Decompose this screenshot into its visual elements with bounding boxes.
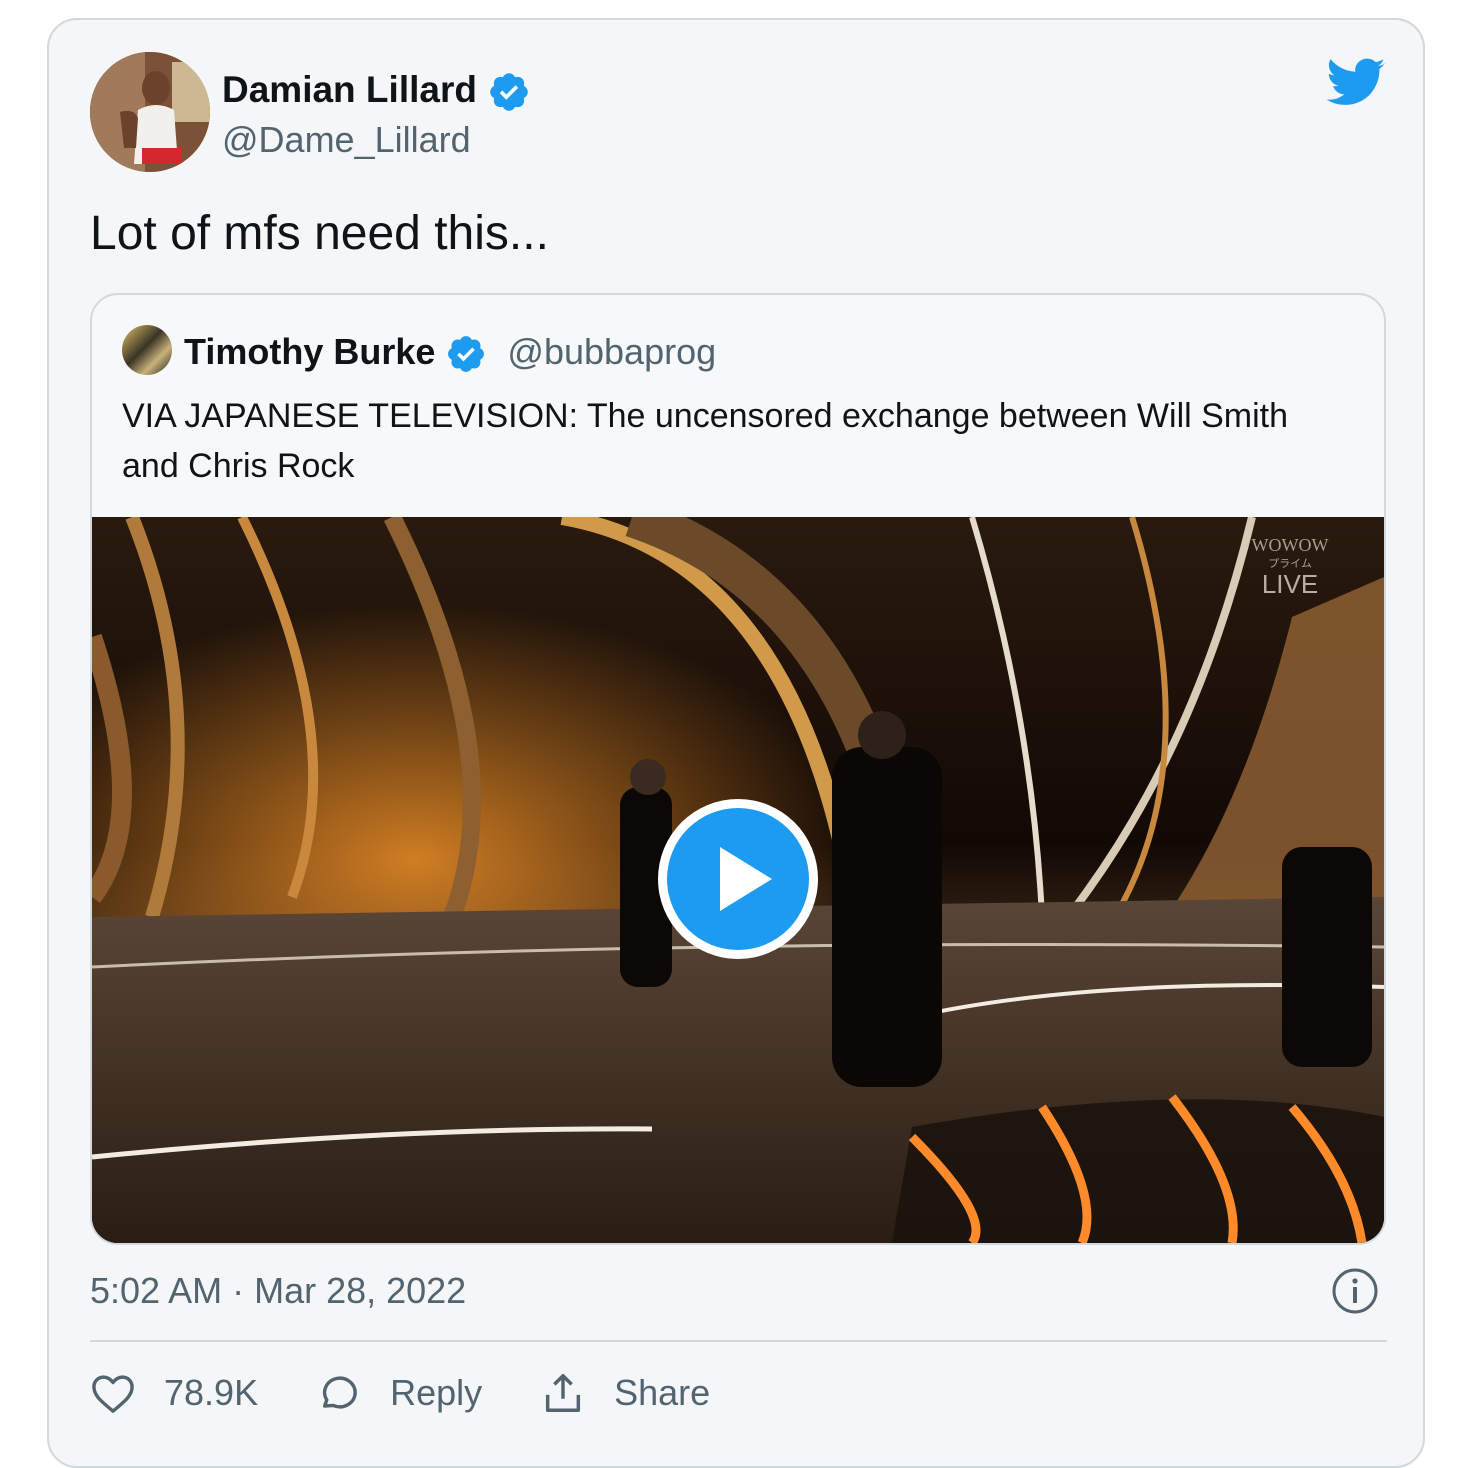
info-icon[interactable] — [1332, 1268, 1378, 1314]
like-count: 78.9K — [164, 1372, 259, 1413]
quoted-author-row[interactable]: Timothy Burke @bubbaprog — [184, 332, 716, 375]
author-name[interactable]: Damian Lillard — [222, 70, 531, 114]
author-handle[interactable]: @Dame_Lillard — [222, 120, 471, 160]
reply-button[interactable]: Reply — [316, 1372, 482, 1414]
quoted-author-handle[interactable]: @bubbaprog — [507, 331, 716, 372]
heart-icon — [92, 1375, 134, 1413]
reply-label: Reply — [390, 1372, 483, 1413]
watermark-brand: WOWOW — [1252, 535, 1329, 555]
tweet-text: Lot of mfs need this... — [90, 207, 549, 260]
author-avatar[interactable] — [90, 52, 210, 172]
quoted-author-name[interactable]: Timothy Burke — [184, 331, 435, 372]
tweet-timestamp[interactable]: 5:02 AM · Mar 28, 2022 — [90, 1268, 466, 1314]
quoted-tweet-text: VIA JAPANESE TELEVISION: The uncensored … — [122, 397, 1289, 485]
like-button[interactable]: 78.9K — [90, 1372, 258, 1414]
watermark-live: LIVE — [1262, 569, 1318, 599]
verified-badge-icon — [448, 336, 485, 373]
play-icon[interactable] — [654, 795, 822, 963]
video-player[interactable]: WOWOW プライム LIVE — [92, 517, 1384, 1243]
twitter-bird-icon[interactable] — [1326, 58, 1386, 108]
share-icon — [546, 1374, 581, 1412]
tweet-embed-card[interactable]: Damian Lillard @Dame_Lillard Lot of mfs … — [47, 18, 1425, 1468]
reply-bubble-icon — [323, 1376, 357, 1409]
share-label: Share — [614, 1372, 711, 1413]
action-bar: 78.9K Reply Share — [90, 1370, 768, 1416]
quoted-tweet[interactable]: Timothy Burke @bubbaprog VIA JAPANESE TE… — [90, 293, 1386, 1245]
share-button[interactable]: Share — [540, 1370, 710, 1416]
verified-badge-icon — [490, 73, 529, 112]
quoted-author-avatar[interactable] — [122, 325, 172, 375]
author-name-text[interactable]: Damian Lillard — [222, 69, 477, 110]
divider — [90, 1340, 1387, 1342]
